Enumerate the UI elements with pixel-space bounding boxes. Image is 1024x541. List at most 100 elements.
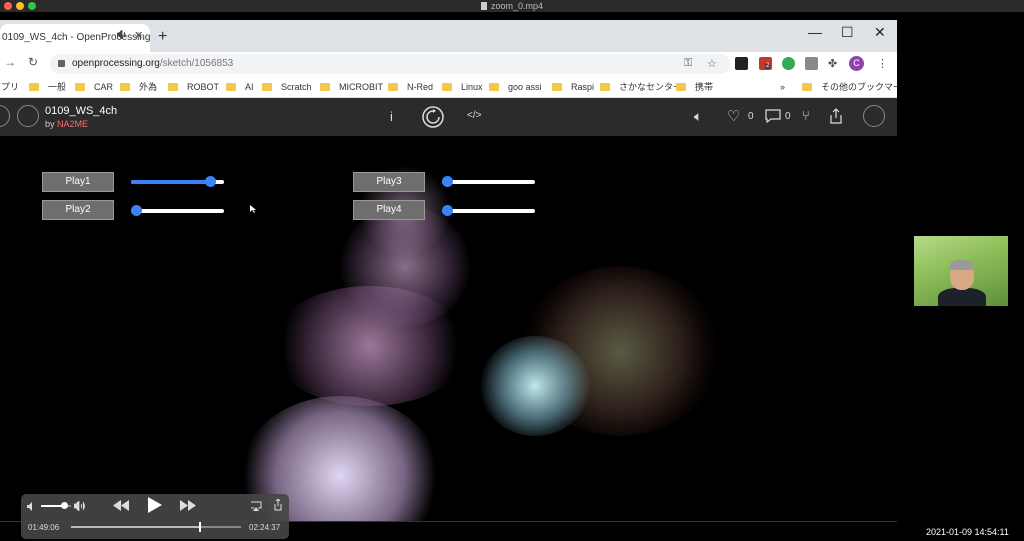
volume-high-icon[interactable] bbox=[74, 501, 88, 511]
folder-icon bbox=[676, 83, 686, 91]
bookmark-label: Scratch bbox=[281, 82, 312, 92]
rewind-icon[interactable] bbox=[113, 500, 129, 511]
user-account-icon[interactable] bbox=[863, 105, 885, 127]
bookmark-item[interactable]: Linux bbox=[442, 80, 483, 94]
bookmark-item[interactable]: Scratch bbox=[262, 80, 312, 94]
address-bar[interactable]: openprocessing.org/sketch/1056853 bbox=[50, 54, 730, 74]
bookmark-item[interactable]: goo assi bbox=[489, 80, 542, 94]
volume-slider-2[interactable] bbox=[130, 205, 224, 217]
webcam-thumbnail[interactable] bbox=[914, 236, 1008, 306]
bookmark-label: N-Red bbox=[407, 82, 434, 92]
sound-icon[interactable]: 🔈︎ bbox=[694, 108, 702, 125]
share-icon[interactable] bbox=[273, 499, 283, 511]
bookmark-label: Linux bbox=[461, 82, 483, 92]
airplay-icon[interactable] bbox=[250, 501, 262, 511]
volume-low-icon[interactable] bbox=[27, 502, 37, 511]
bookmarks-overflow-button[interactable]: » bbox=[780, 80, 785, 94]
restart-icon[interactable] bbox=[422, 106, 444, 128]
url-path: /sketch/1056853 bbox=[159, 58, 234, 69]
forward-icon[interactable]: → bbox=[4, 55, 16, 69]
folder-icon bbox=[802, 83, 812, 91]
new-tab-button[interactable]: + bbox=[158, 28, 167, 46]
star-icon[interactable]: ☆ bbox=[707, 57, 717, 70]
close-tab-icon[interactable]: ✕ bbox=[134, 29, 143, 42]
extension-icon-1[interactable] bbox=[735, 57, 748, 70]
menu-icon[interactable]: ⋮ bbox=[877, 57, 888, 70]
speaker-icon[interactable] bbox=[117, 30, 127, 39]
folder-icon bbox=[489, 83, 499, 91]
profile-avatar[interactable]: C bbox=[849, 56, 864, 71]
share-icon[interactable] bbox=[828, 108, 844, 124]
other-bookmarks[interactable]: その他のブックマーク bbox=[802, 80, 897, 94]
volume-track[interactable] bbox=[41, 502, 71, 509]
maximize-icon[interactable]: ☐ bbox=[841, 24, 854, 41]
bookmark-item[interactable]: N-Red bbox=[388, 80, 433, 94]
volume-slider-4[interactable] bbox=[441, 205, 535, 217]
bookmark-item[interactable]: 一般 bbox=[29, 80, 66, 94]
puzzle-icon[interactable]: ✤ bbox=[828, 57, 837, 70]
play1-button[interactable]: Play1 bbox=[42, 172, 114, 192]
code-icon[interactable]: </> bbox=[467, 110, 481, 121]
slider-track bbox=[131, 209, 224, 213]
back-icon[interactable] bbox=[0, 105, 10, 127]
slider-knob[interactable] bbox=[205, 176, 217, 187]
comment-icon[interactable] bbox=[765, 109, 781, 123]
bookmark-item[interactable]: アプリ bbox=[0, 80, 19, 94]
like-count: 0 bbox=[748, 111, 754, 122]
slider-track bbox=[442, 180, 535, 184]
bookmark-item[interactable]: ROBOT bbox=[168, 80, 219, 94]
slider-knob[interactable] bbox=[441, 205, 453, 216]
slider-knob[interactable] bbox=[441, 176, 453, 187]
bookmark-label: さかなセンター bbox=[619, 82, 683, 92]
bookmark-item[interactable]: 外為 bbox=[120, 80, 157, 94]
play4-button[interactable]: Play4 bbox=[353, 200, 425, 220]
person-hair bbox=[950, 260, 974, 270]
bookmark-item[interactable]: Raspi bbox=[552, 80, 594, 94]
play-icon[interactable] bbox=[148, 497, 162, 513]
bookmark-label: 外為 bbox=[139, 82, 158, 92]
fork-icon[interactable]: ⑂ bbox=[802, 108, 810, 123]
extension-icon-4[interactable] bbox=[805, 57, 818, 70]
bookmark-item[interactable]: MICROBIT bbox=[320, 80, 383, 94]
minimize-icon[interactable]: — bbox=[808, 24, 822, 40]
folder-icon bbox=[120, 83, 130, 91]
reload-icon[interactable]: ↻ bbox=[28, 55, 38, 69]
play3-button[interactable]: Play3 bbox=[353, 172, 425, 192]
folder-icon bbox=[388, 83, 398, 91]
folder-icon bbox=[226, 83, 236, 91]
sketch-canvas[interactable]: Play1 Play2 Play3 Play4 bbox=[0, 136, 897, 521]
slider-knob[interactable] bbox=[130, 205, 142, 216]
bookmark-item[interactable]: 携帯 bbox=[676, 80, 713, 94]
extension-icon-2[interactable]: 2 bbox=[759, 57, 772, 70]
close-icon[interactable]: ✕ bbox=[874, 24, 886, 41]
volume-knob[interactable] bbox=[60, 502, 68, 509]
folder-icon bbox=[168, 83, 178, 91]
info-icon[interactable]: i bbox=[390, 109, 393, 124]
folder-icon bbox=[552, 83, 562, 91]
scrubber-fill bbox=[71, 526, 199, 528]
document-icon bbox=[480, 2, 487, 10]
author-avatar[interactable] bbox=[17, 105, 39, 127]
sketch-header: 0109_WS_4ch by NA2ME i </> 🔈︎ ♡ 0 0 ⑂ bbox=[0, 98, 897, 136]
key-icon[interactable]: ⚿ bbox=[684, 57, 692, 70]
play2-button[interactable]: Play2 bbox=[42, 200, 114, 220]
volume-slider-3[interactable] bbox=[441, 176, 535, 188]
bookmark-item[interactable]: さかなセンター bbox=[600, 80, 682, 94]
sketch-title: 0109_WS_4ch bbox=[45, 105, 118, 117]
playhead[interactable] bbox=[198, 522, 201, 532]
bookmark-label: MICROBIT bbox=[339, 82, 383, 92]
author-link[interactable]: NA2ME bbox=[57, 119, 88, 129]
bookmark-item[interactable]: AI bbox=[226, 80, 254, 94]
by-label: by bbox=[45, 119, 55, 129]
browser-window: 0109_WS_4ch - OpenProcessing ✕ + — ☐ ✕ →… bbox=[0, 20, 897, 521]
volume-slider-1[interactable] bbox=[131, 176, 224, 188]
mouse-cursor-icon bbox=[250, 205, 256, 213]
scrubber-track[interactable] bbox=[71, 522, 241, 532]
bookmark-item[interactable]: CAR bbox=[75, 80, 113, 94]
extension-icon-3[interactable] bbox=[782, 57, 795, 70]
heart-icon[interactable]: ♡ bbox=[727, 107, 740, 125]
browser-tab[interactable]: 0109_WS_4ch - OpenProcessing bbox=[0, 24, 150, 52]
window-title: zoom_0.mp4 bbox=[490, 1, 544, 11]
fast-forward-icon[interactable] bbox=[180, 500, 196, 511]
person-body bbox=[938, 288, 986, 306]
